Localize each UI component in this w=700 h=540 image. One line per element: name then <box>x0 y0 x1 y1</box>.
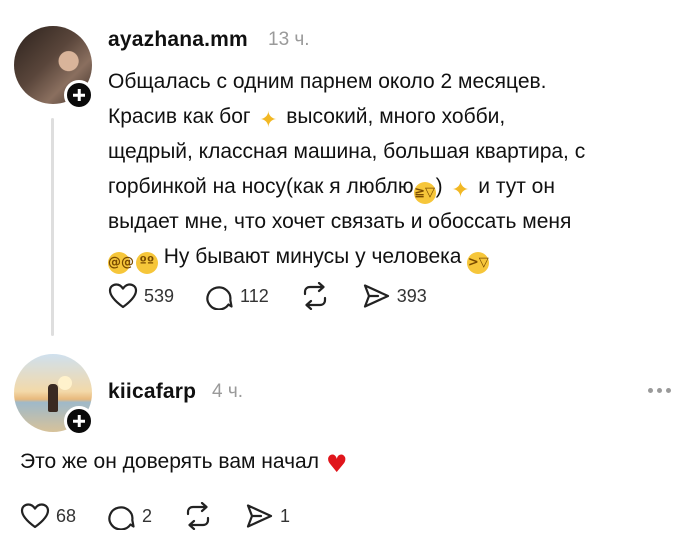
repost-button[interactable] <box>299 282 331 310</box>
timestamp: 13 ч. <box>268 29 310 50</box>
reply-comment-count: 2 <box>142 505 153 526</box>
sparkles-icon: ✦ <box>451 178 470 203</box>
send-icon <box>246 504 273 528</box>
follow-plus-icon[interactable] <box>64 406 94 436</box>
reply-share-button[interactable]: 1 <box>244 502 290 530</box>
sparkles-icon: ✦ <box>259 108 278 133</box>
rolling-laughing-icon: >▽ <box>467 252 490 274</box>
post-line-2b: высокий, много хобби, <box>286 105 506 128</box>
post-line-4a: горбинкой на носу(как я люблю <box>108 175 414 198</box>
post-line-1: Общалась с одним парнем около 2 месяцев. <box>108 70 547 93</box>
thread-line <box>51 118 54 336</box>
like-button[interactable]: 539 <box>108 282 174 310</box>
reply-actions: 68 2 1 <box>20 502 320 530</box>
post-line-2a: Красив как бог <box>108 105 251 128</box>
pleading-face-icon: ºº <box>135 252 158 274</box>
send-icon <box>363 284 389 308</box>
avatar-sun <box>58 376 72 390</box>
reply-timestamp: 4 ч. <box>212 381 244 402</box>
reply-like-button[interactable]: 68 <box>20 502 76 530</box>
post-actions: 539 112 393 <box>108 282 457 310</box>
reply-username[interactable]: kiicafarp <box>108 380 196 404</box>
comment-icon <box>206 286 233 310</box>
post-line-3: щедрый, классная машина, большая квартир… <box>108 140 586 163</box>
avatar-figure <box>48 384 58 412</box>
reply-text-body: Это же он доверять вам начал <box>20 450 319 473</box>
dizzy-face-icon: @@ <box>108 252 134 274</box>
heart-icon <box>20 503 50 529</box>
comment-count: 112 <box>240 285 269 306</box>
reply-text: Это же он доверять вам начал ♥ <box>20 450 349 476</box>
post-line-4c: и тут он <box>478 175 555 198</box>
reply-like-count: 68 <box>56 505 77 526</box>
reply-comment-button[interactable]: 2 <box>106 502 152 530</box>
share-button[interactable]: 393 <box>361 282 427 310</box>
share-count: 393 <box>396 285 427 306</box>
like-count: 539 <box>144 285 175 306</box>
comment-button[interactable]: 112 <box>204 282 269 310</box>
post-line-4b: ) <box>435 175 443 198</box>
repost-icon <box>186 502 210 530</box>
post-line-6: Ну бывают минусы у человека <box>163 245 462 268</box>
reply-repost-button[interactable] <box>182 502 214 530</box>
post-text: Общалась с одним парнем около 2 месяцев.… <box>108 64 668 274</box>
username[interactable]: ayazhana.mm <box>108 28 248 52</box>
comment-icon <box>108 506 135 530</box>
more-options-icon[interactable] <box>648 388 671 393</box>
follow-plus-icon[interactable] <box>64 80 94 110</box>
repost-icon <box>303 282 326 310</box>
red-heart-icon: ♥ <box>326 450 348 478</box>
laughing-face-icon: ≧▽ <box>413 182 436 204</box>
post-line-5: выдает мне, что хочет связать и обоссать… <box>108 210 572 233</box>
heart-icon <box>108 283 138 309</box>
reply-share-count: 1 <box>280 505 291 526</box>
